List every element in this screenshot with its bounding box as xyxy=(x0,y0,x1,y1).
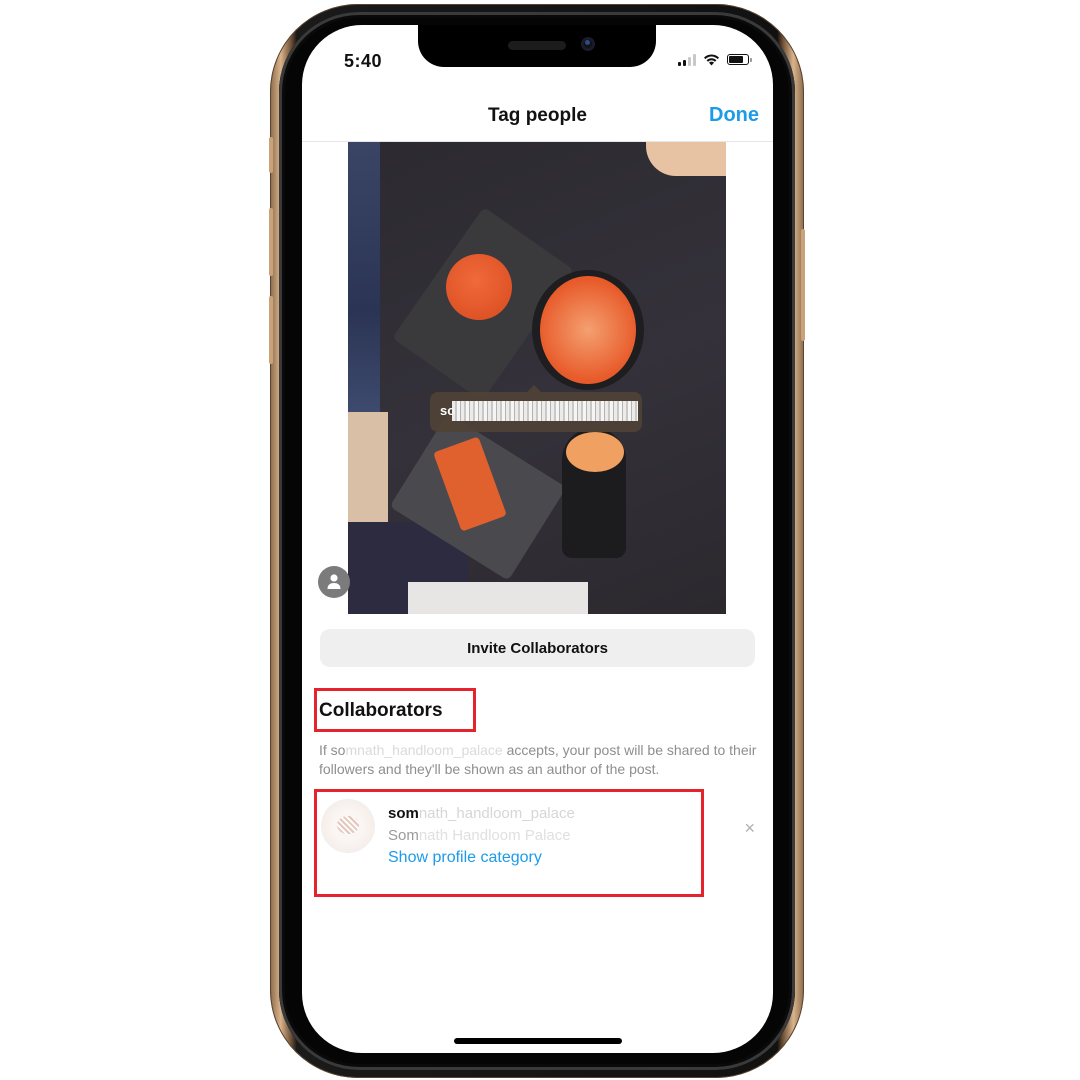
mute-switch xyxy=(269,137,273,173)
tag-label-obscured xyxy=(452,401,638,421)
power-button xyxy=(801,229,805,341)
photo-bottle-food xyxy=(566,432,624,472)
photo-napkin xyxy=(408,582,588,614)
invite-collaborators-button[interactable]: Invite Collaborators xyxy=(320,629,755,667)
username-obscured: nath_handloom_palace xyxy=(418,805,575,822)
collaborator-fullname: Somnath Handloom Palace xyxy=(388,827,571,844)
done-button[interactable]: Done xyxy=(709,104,759,127)
username-visible: som xyxy=(388,805,419,822)
wifi-icon xyxy=(704,54,719,66)
photo-burger xyxy=(446,254,512,320)
remove-collaborator-close-icon[interactable]: × xyxy=(744,819,755,837)
home-indicator[interactable] xyxy=(454,1038,622,1044)
battery-icon xyxy=(727,54,752,65)
photo-arm xyxy=(348,412,388,532)
collaborators-description: If somnath_handloom_palace accepts, your… xyxy=(319,741,759,779)
fullname-visible: Som xyxy=(388,827,419,844)
avatar[interactable] xyxy=(322,800,374,852)
show-profile-category-link[interactable]: Show profile category xyxy=(388,849,542,867)
post-photo[interactable] xyxy=(348,142,726,614)
collaborators-heading: Collaborators xyxy=(319,700,443,721)
volume-down-button xyxy=(269,296,273,364)
volume-up-button xyxy=(269,208,273,276)
phone-screen: 5:40 Tag people Done so Invite Collabora… xyxy=(302,25,773,1053)
cellular-signal-icon xyxy=(678,53,696,66)
description-name-obscured: mnath_handloom_palace xyxy=(345,742,503,758)
fullname-obscured: nath Handloom Palace xyxy=(418,827,571,844)
person-icon xyxy=(327,574,341,589)
tag-people-toggle[interactable] xyxy=(318,566,350,598)
speaker-grille xyxy=(508,41,566,50)
status-icons xyxy=(678,53,752,66)
front-camera xyxy=(581,37,595,51)
photo-pasta xyxy=(540,276,636,384)
notch xyxy=(418,25,656,67)
collaborator-username[interactable]: somnath_handloom_palace xyxy=(388,805,575,822)
status-time: 5:40 xyxy=(344,51,383,71)
nav-bar: Tag people Done xyxy=(302,93,773,142)
page-title: Tag people xyxy=(488,105,587,126)
user-tag-bubble[interactable]: so xyxy=(430,385,642,432)
description-prefix: If so xyxy=(319,742,346,758)
